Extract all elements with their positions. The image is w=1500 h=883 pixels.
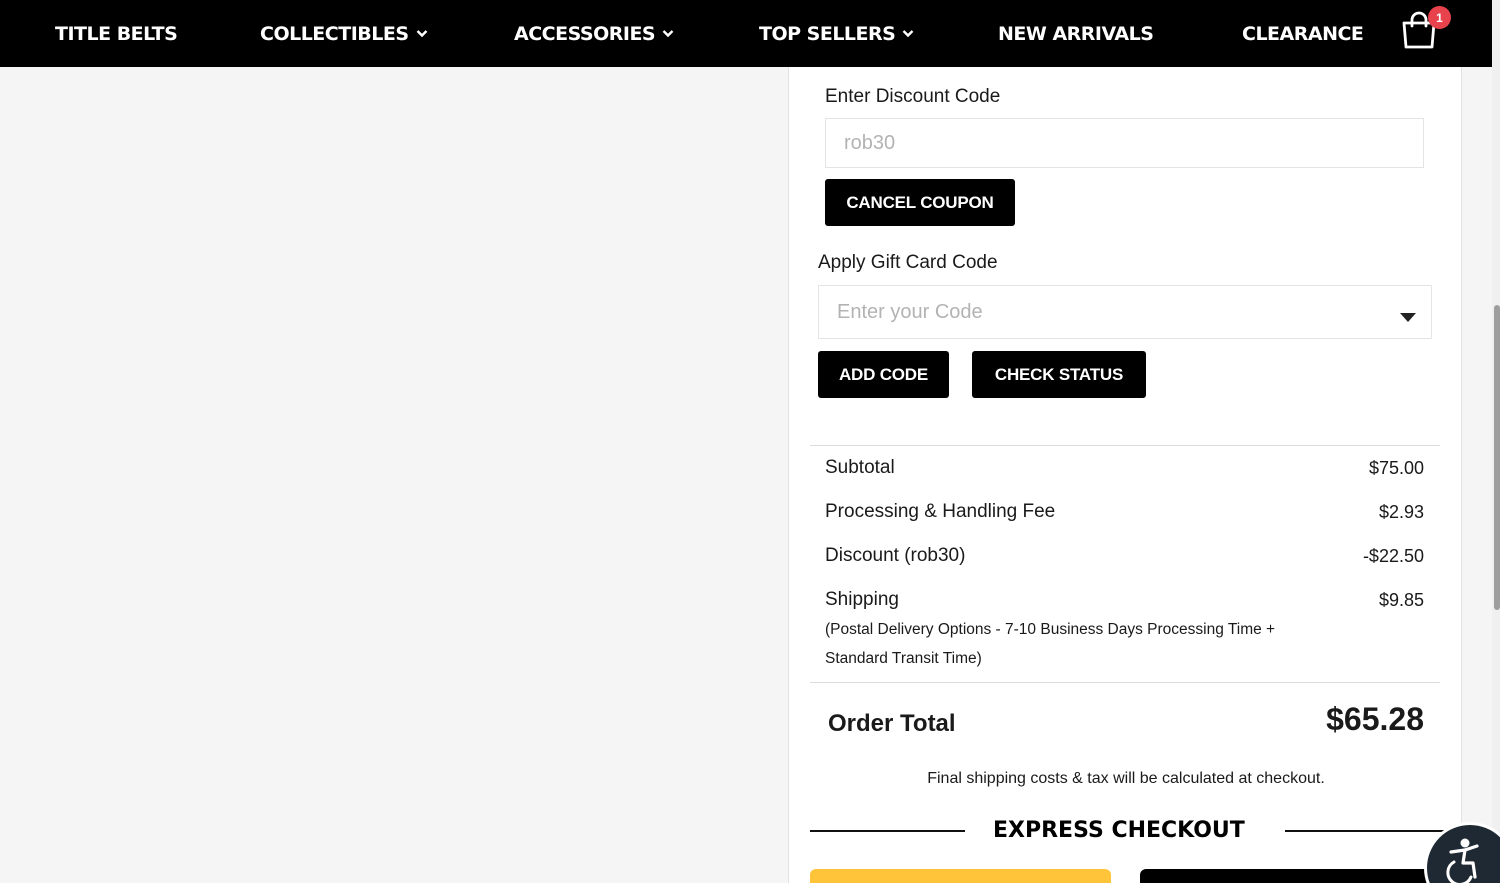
order-summary-panel: Enter Discount Code rob30 CANCEL COUPON … [788, 67, 1463, 883]
chevron-down-icon [662, 29, 674, 38]
gift-card-select[interactable]: Enter your Code [818, 285, 1432, 339]
chevron-down-icon [416, 29, 428, 38]
paypal-button[interactable] [810, 869, 1111, 883]
cart-button[interactable]: 1 [1401, 6, 1451, 54]
order-total-value: $65.28 [1326, 701, 1424, 737]
discount-label: Discount (rob30) [825, 545, 966, 566]
express-pay-button[interactable] [1140, 869, 1463, 883]
chevron-down-icon [902, 29, 914, 38]
discount-code-value: rob30 [844, 131, 896, 154]
express-divider-left [810, 830, 965, 832]
nav-label: COLLECTIBLES [260, 22, 409, 45]
nav-clearance[interactable]: CLEARANCE [1242, 0, 1364, 67]
nav-label: ACCESSORIES [514, 22, 656, 45]
fee-value: $2.93 [1378, 502, 1424, 522]
nav-title-belts[interactable]: TITLE BELTS [55, 0, 178, 67]
discount-code-input[interactable]: rob30 [825, 118, 1424, 168]
nav-label: TOP SELLERS [759, 22, 896, 45]
order-total-label: Order Total [828, 710, 956, 737]
checkout-fine-print: Final shipping costs & tax will be calcu… [927, 770, 1325, 787]
gift-card-placeholder: Enter your Code [837, 300, 983, 323]
nav-label: CLEARANCE [1242, 22, 1364, 45]
subtotal-value: $75.00 [1368, 458, 1424, 478]
discount-code-label: Enter Discount Code [825, 86, 1001, 107]
gift-card-label: Apply Gift Card Code [818, 252, 998, 273]
shipping-label: Shipping [825, 589, 899, 610]
cancel-coupon-button[interactable]: CANCEL COUPON [825, 179, 1015, 226]
caret-down-icon [1399, 306, 1417, 329]
shopping-bag-icon [1401, 11, 1437, 54]
nav-top-sellers[interactable]: TOP SELLERS [759, 0, 914, 67]
add-code-button[interactable]: ADD CODE [818, 351, 949, 398]
accessibility-icon [1441, 837, 1485, 883]
divider [810, 445, 1440, 446]
shipping-note: (Postal Delivery Options - 7-10 Business… [825, 621, 1276, 667]
shipping-value: $9.85 [1378, 590, 1424, 610]
nav-label: NEW ARRIVALS [998, 22, 1154, 45]
check-status-button[interactable]: CHECK STATUS [972, 351, 1146, 398]
fee-label: Processing & Handling Fee [825, 501, 1056, 522]
nav-accessories[interactable]: ACCESSORIES [514, 0, 674, 67]
nav-label: TITLE BELTS [55, 22, 178, 45]
nav-collectibles[interactable]: COLLECTIBLES [260, 0, 428, 67]
cart-count-badge: 1 [1428, 6, 1451, 29]
express-divider-right [1285, 830, 1445, 832]
divider [810, 682, 1440, 683]
scrollbar-thumb[interactable] [1494, 305, 1500, 610]
nav-new-arrivals[interactable]: NEW ARRIVALS [998, 0, 1154, 67]
discount-value: -$22.50 [1362, 546, 1424, 566]
express-checkout-title: EXPRESS CHECKOUT [993, 818, 1245, 843]
subtotal-label: Subtotal [825, 457, 895, 478]
top-nav: TITLE BELTS COLLECTIBLES ACCESSORIES TOP… [0, 0, 1492, 67]
